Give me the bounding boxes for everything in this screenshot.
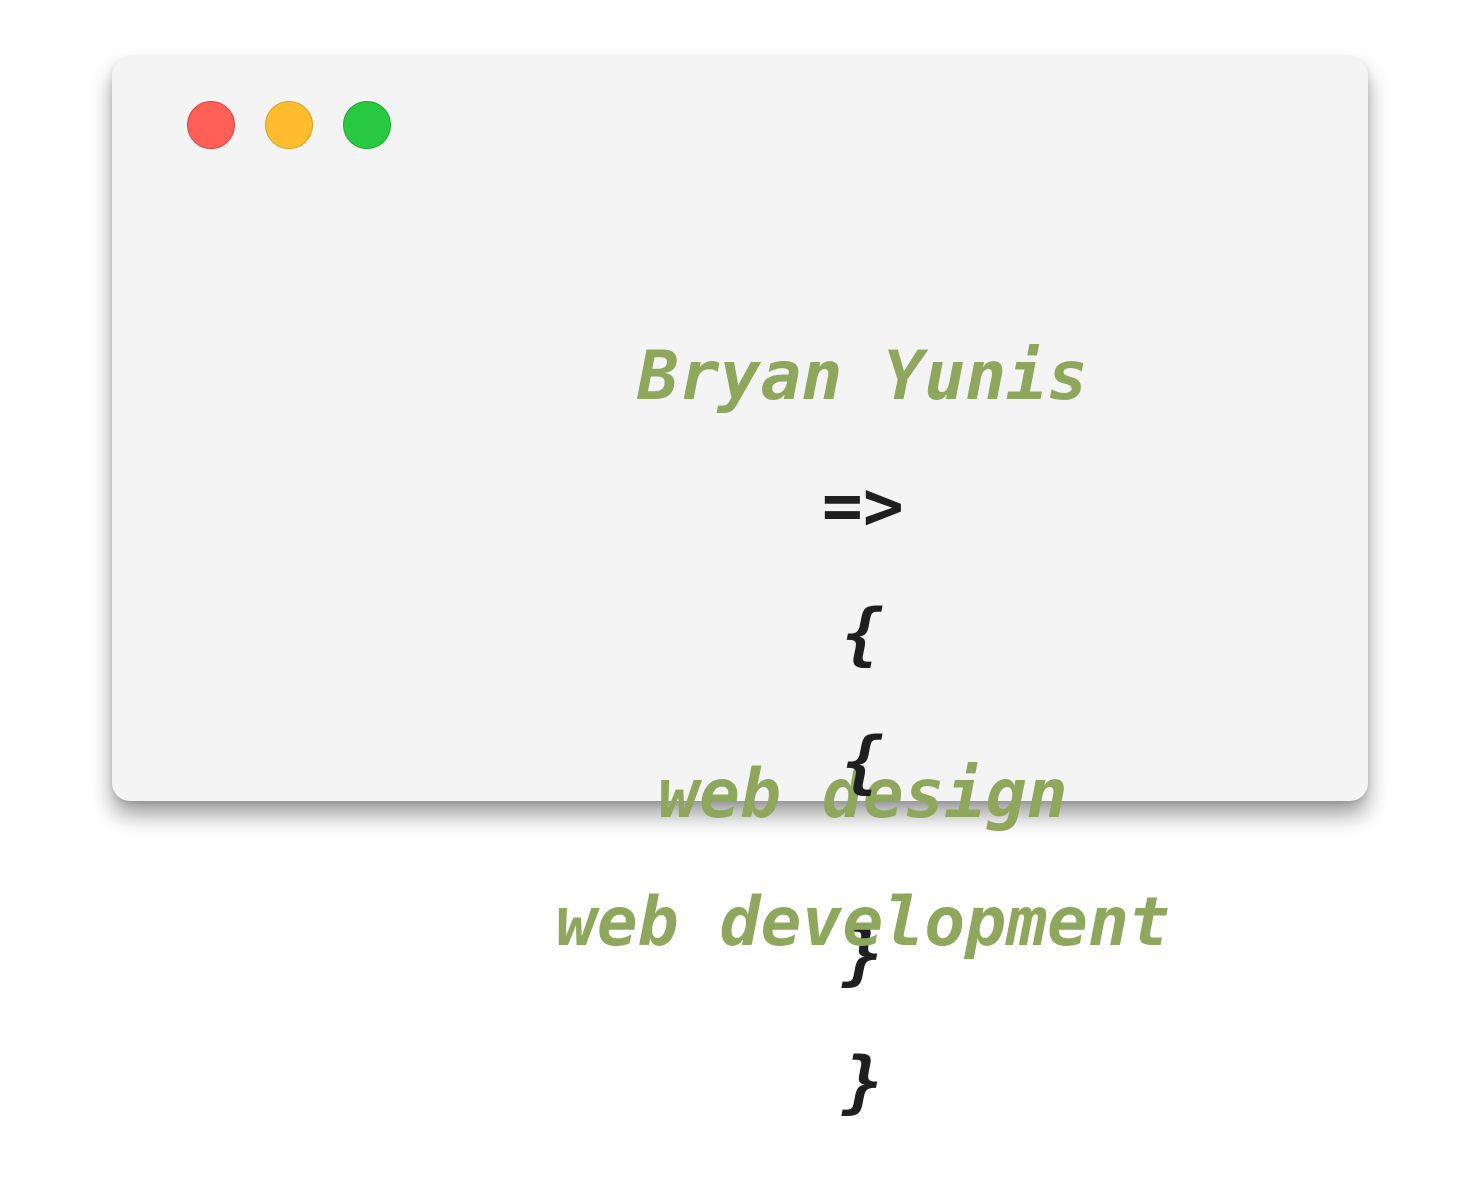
code-content: Bryan Yunis => { web design } { web deve… <box>112 57 1368 1122</box>
open-brace: { <box>842 723 884 802</box>
skill-text: web development <box>555 883 1170 962</box>
skill-line-web-development: { web development } <box>112 643 1368 1203</box>
window-card: Bryan Yunis => { web design } { web deve… <box>112 57 1368 1122</box>
close-brace: } <box>842 1043 884 1122</box>
